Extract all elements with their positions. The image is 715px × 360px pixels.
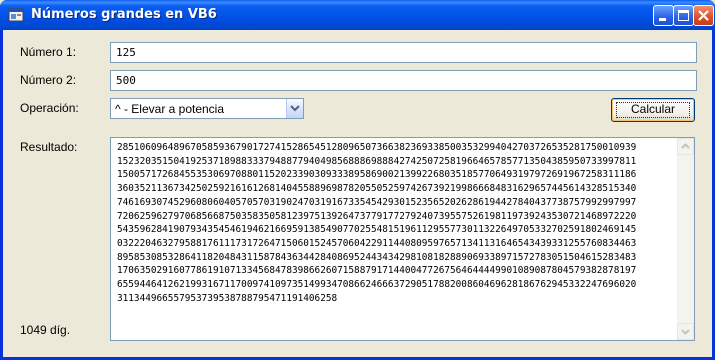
minimize-button[interactable]	[653, 5, 674, 26]
scroll-down-icon	[681, 329, 690, 335]
num2-label: Número 2:	[20, 73, 77, 87]
result-textarea[interactable]: 2851060964896705859367901727415286545128…	[110, 137, 695, 341]
operation-selected-value: ^ - Elevar a potencia	[115, 102, 225, 116]
scroll-up-icon	[681, 143, 690, 149]
close-icon	[698, 10, 709, 21]
operation-select[interactable]: ^ - Elevar a potencia	[110, 98, 304, 119]
scroll-down-button[interactable]	[677, 323, 694, 340]
vb6-app-icon	[8, 7, 24, 23]
scroll-up-button[interactable]	[677, 138, 694, 155]
vertical-scrollbar[interactable]	[677, 138, 694, 340]
digit-count: 1049 díg.	[20, 323, 71, 337]
operation-label: Operación:	[20, 101, 79, 115]
focus-rect	[616, 102, 690, 118]
close-button[interactable]	[693, 5, 714, 26]
maximize-icon	[678, 10, 689, 21]
window-title: Números grandes en VB6	[31, 7, 217, 22]
chevron-down-icon	[290, 105, 300, 112]
num2-input[interactable]	[110, 70, 697, 91]
calculate-button[interactable]: Calcular	[611, 98, 695, 122]
maximize-button[interactable]	[673, 5, 694, 26]
minimize-icon	[659, 18, 666, 21]
num1-input[interactable]	[110, 42, 697, 63]
main-window: Números grandes en VB6 Número 1: Número …	[0, 0, 715, 360]
result-label: Resultado:	[20, 140, 78, 154]
result-text: 2851060964896705859367901727415286545128…	[117, 142, 637, 304]
num1-label: Número 1:	[20, 45, 77, 59]
operation-dropdown-button[interactable]	[286, 99, 303, 118]
title-bar[interactable]: Números grandes en VB6	[0, 0, 715, 30]
